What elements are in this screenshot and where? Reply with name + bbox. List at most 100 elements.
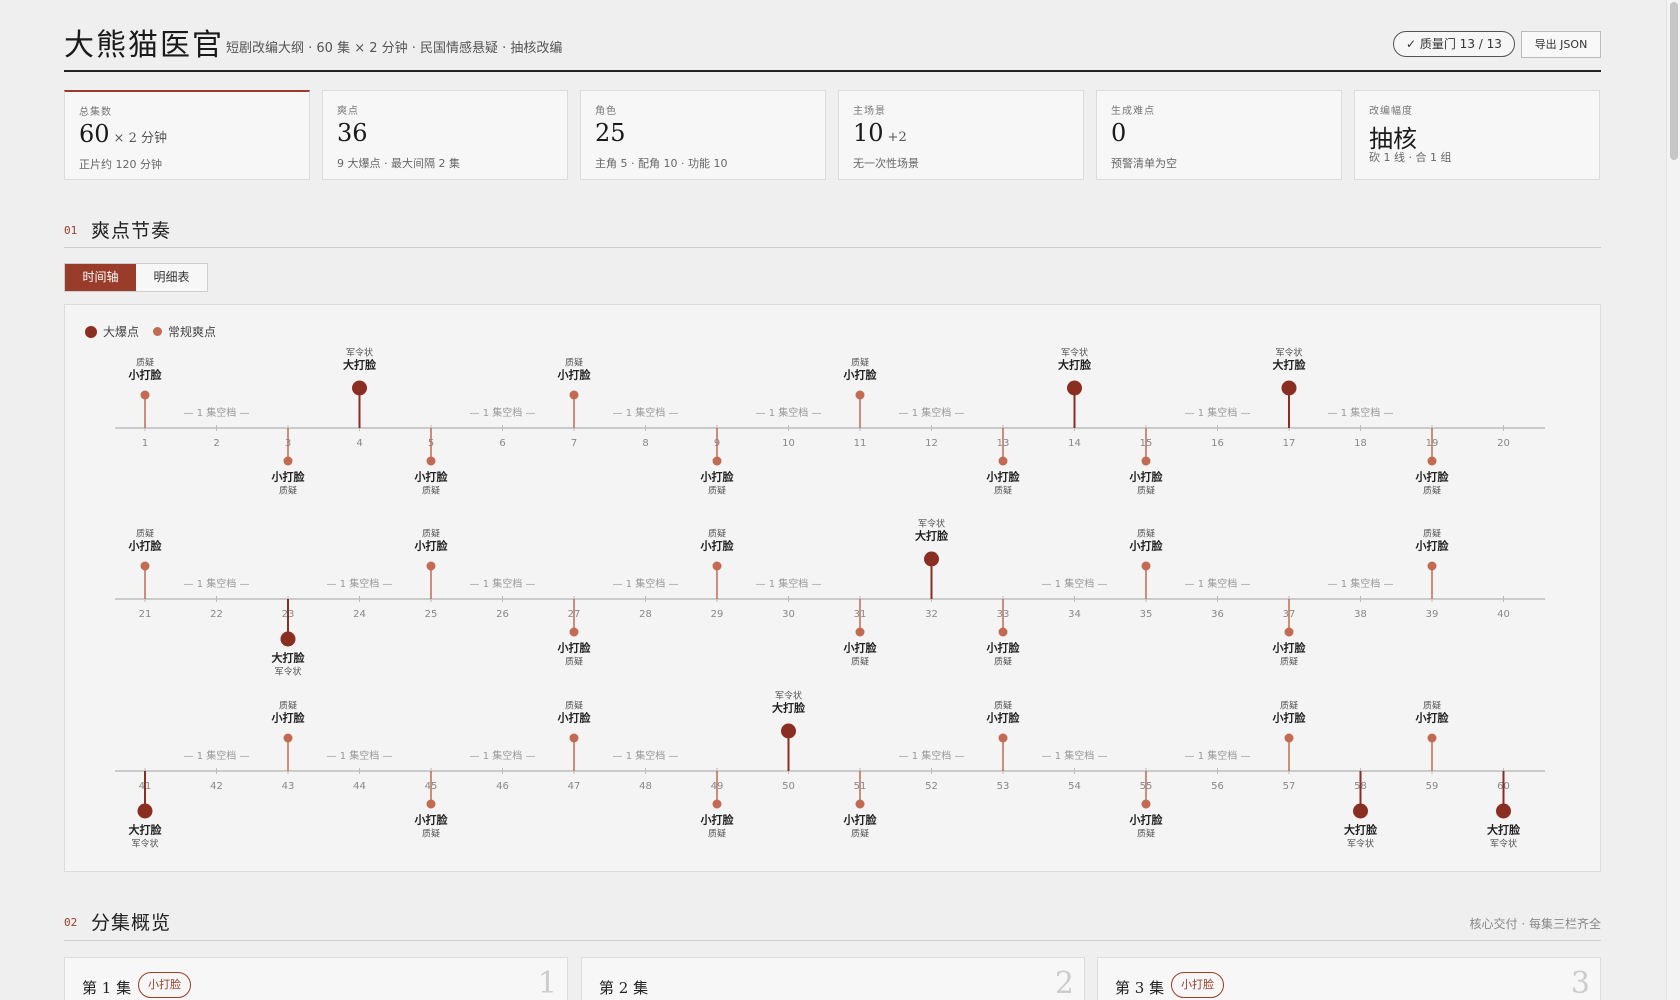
stat-label: 改编幅度 xyxy=(1369,106,1413,117)
export-json-button[interactable]: 导出 JSON xyxy=(1521,31,1601,58)
gap-label: — 1 集空档 — xyxy=(1042,749,1108,762)
gap-label: — 1 集空档 — xyxy=(613,749,679,762)
beat-name-label: 大打脸 xyxy=(1058,358,1092,372)
episode-title: 第 1 集 xyxy=(82,979,132,997)
episode-tick-label: 36 xyxy=(1211,609,1224,620)
tab-detail-table[interactable]: 明细表 xyxy=(136,264,207,291)
beat-tag-label: 质疑 xyxy=(851,656,869,668)
regular-beat-point xyxy=(426,561,436,571)
stat-card-characters: 角色 25 主角 5 · 配角 10 · 功能 10 xyxy=(580,90,826,180)
beat-name-label: 小打脸 xyxy=(271,711,306,725)
gap-label: — 1 集空档 — xyxy=(184,577,250,590)
scrollbar-thumb[interactable] xyxy=(1670,2,1678,160)
major-beat-point xyxy=(1496,803,1511,819)
beat-tag-label: 质疑 xyxy=(708,528,726,540)
beat-name-label: 小打脸 xyxy=(557,368,592,382)
beat-name-label: 大打脸 xyxy=(772,701,806,715)
beat-name-label: 小打脸 xyxy=(700,470,735,484)
beat-name-label: 小打脸 xyxy=(1272,641,1307,655)
major-beat-point xyxy=(781,723,796,739)
major-beat-point xyxy=(1353,803,1368,819)
beat-tag-label: 军令状 xyxy=(131,838,158,850)
beat-name-label: 小打脸 xyxy=(1272,711,1307,725)
regular-beat-point xyxy=(855,390,865,400)
regular-beat-point xyxy=(569,733,579,743)
gap-label: — 1 集空档 — xyxy=(899,406,965,419)
regular-beat-point xyxy=(855,799,865,809)
stat-label: 总集数 xyxy=(79,107,112,118)
regular-beat-point xyxy=(855,627,865,637)
beat-tag-label: 质疑 xyxy=(422,485,440,497)
regular-beat-point xyxy=(1427,456,1437,466)
episode-beat-badge: 小打脸 xyxy=(138,972,191,998)
beat-name-label: 小打脸 xyxy=(271,470,306,484)
episode-tick-label: 10 xyxy=(782,438,795,449)
major-beat-point xyxy=(1067,380,1082,396)
view-tabs: 时间轴 明细表 xyxy=(64,263,208,292)
beat-timeline-chart: 1234567891011121314151617181920— 1 集空档 —… xyxy=(115,347,1545,850)
episode-tick-label: 24 xyxy=(353,609,366,620)
episode-tick-label: 11 xyxy=(854,438,867,449)
regular-beat-point xyxy=(569,390,579,400)
episode-tick-label: 30 xyxy=(782,609,795,620)
beat-tag-label: 质疑 xyxy=(994,485,1012,497)
legend-item-regular: 常规爽点 xyxy=(153,323,216,340)
beat-tag-label: 质疑 xyxy=(565,700,583,712)
episode-tick-label: 56 xyxy=(1211,781,1224,792)
beat-name-label: 小打脸 xyxy=(1129,813,1164,827)
gap-label: — 1 集空档 — xyxy=(327,749,393,762)
beat-name-label: 大打脸 xyxy=(129,823,163,837)
regular-beat-point xyxy=(283,733,293,743)
major-beat-point xyxy=(137,803,153,819)
episode-tick-label: 1 xyxy=(142,438,148,449)
gap-label: — 1 集空档 — xyxy=(1185,749,1251,762)
gap-label: — 1 集空档 — xyxy=(1328,577,1394,590)
episode-tick-label: 38 xyxy=(1354,609,1367,620)
stat-number: 0 xyxy=(1111,119,1127,147)
beat-tag-label: 军令状 xyxy=(274,666,301,678)
regular-beat-point xyxy=(712,799,722,809)
stat-label: 生成难点 xyxy=(1111,106,1155,117)
beat-tag-label: 军令状 xyxy=(775,690,802,702)
beat-name-label: 大打脸 xyxy=(1344,823,1378,837)
beat-tag-label: 军令状 xyxy=(1347,838,1374,850)
page-scrollbar[interactable] xyxy=(1666,0,1680,1000)
episode-card[interactable]: 第 1 集 小打脸 1 xyxy=(64,957,568,1000)
major-beat-point xyxy=(280,631,296,647)
beat-tag-label: 质疑 xyxy=(422,528,440,540)
page-header: 大熊猫医官 短剧改编大纲 · 60 集 × 2 分钟 · 民国情感悬疑 · 抽核… xyxy=(64,18,1601,72)
beat-tag-label: 质疑 xyxy=(279,700,297,712)
episode-card[interactable]: 第 2 集 2 xyxy=(581,957,1085,1000)
episode-tick-label: 35 xyxy=(1140,609,1153,620)
episode-beat-badge: 小打脸 xyxy=(1171,972,1224,998)
stat-note: 正片约 120 分钟 xyxy=(79,158,162,171)
episode-card[interactable]: 第 3 集 小打脸 3 xyxy=(1097,957,1601,1000)
episode-tick-label: 50 xyxy=(782,781,795,792)
stat-value: 0 xyxy=(1111,119,1126,147)
section-beat-rhythm-header: 01 爽点节奏 xyxy=(64,214,1601,248)
beat-tag-label: 军令状 xyxy=(918,518,945,530)
episode-tick-label: 40 xyxy=(1497,609,1510,620)
episode-tick-label: 52 xyxy=(925,781,938,792)
episode-tick-label: 44 xyxy=(353,781,366,792)
gap-label: — 1 集空档 — xyxy=(1185,406,1251,419)
stat-card-difficulties: 生成难点 0 预警清单为空 xyxy=(1096,90,1342,180)
tab-timeline[interactable]: 时间轴 xyxy=(65,264,136,291)
gap-label: — 1 集空档 — xyxy=(470,749,536,762)
episode-tick-label: 7 xyxy=(571,438,577,449)
episode-tick-label: 12 xyxy=(925,438,938,449)
major-beat-point xyxy=(924,551,939,567)
beat-name-label: 小打脸 xyxy=(414,813,449,827)
regular-beat-point xyxy=(712,456,722,466)
section-number: 01 xyxy=(64,224,78,237)
regular-beat-point xyxy=(1427,733,1437,743)
stat-label: 主场景 xyxy=(853,106,886,117)
beat-name-label: 小打脸 xyxy=(557,641,592,655)
regular-beat-point xyxy=(1284,733,1294,743)
gap-label: — 1 集空档 — xyxy=(470,577,536,590)
regular-beat-point xyxy=(1141,799,1151,809)
beat-name-label: 小打脸 xyxy=(128,368,163,382)
regular-beat-point xyxy=(998,456,1008,466)
quality-gate-button[interactable]: ✓ 质量门 13 / 13 xyxy=(1393,31,1515,57)
regular-beat-point xyxy=(1141,456,1151,466)
